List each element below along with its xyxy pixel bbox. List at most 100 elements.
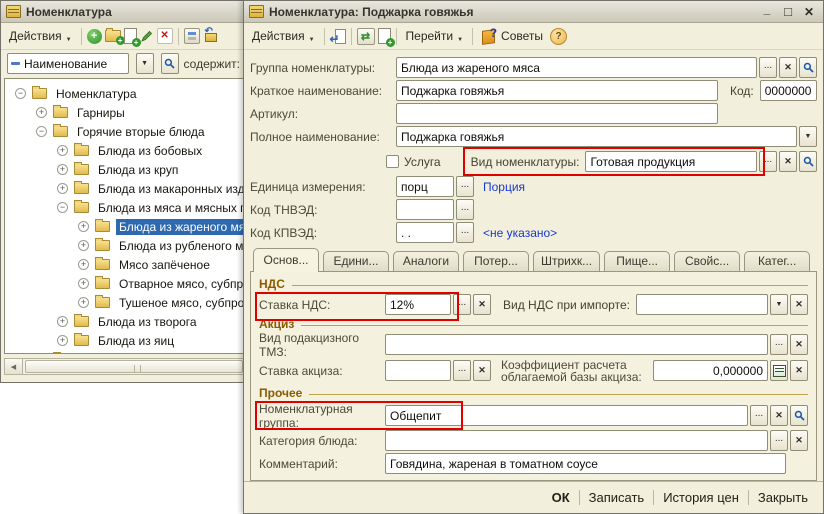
comment-input[interactable]	[385, 453, 786, 474]
excise-coef-input[interactable]	[653, 360, 768, 381]
copy-item-button[interactable]	[124, 28, 137, 44]
reread-button[interactable]	[357, 28, 375, 45]
full-name-dropdown-button[interactable]	[799, 126, 817, 147]
close-button[interactable]	[803, 5, 815, 19]
choose-button[interactable]	[453, 294, 471, 315]
tnved-input[interactable]	[396, 199, 454, 220]
unit-link[interactable]: Порция	[483, 180, 525, 194]
open-button[interactable]	[799, 151, 817, 172]
tips-button[interactable]: Советы	[478, 27, 547, 46]
tab-losses[interactable]: Потер...	[463, 251, 529, 271]
group-input[interactable]	[396, 57, 757, 78]
clear-button[interactable]	[790, 430, 808, 451]
move-to-group-button[interactable]	[203, 29, 217, 43]
tree-item[interactable]: Гарниры	[5, 103, 245, 122]
vat-import-input[interactable]	[636, 294, 768, 315]
tree-item[interactable]: Горячие вторые блюда	[5, 122, 245, 141]
choose-button[interactable]	[759, 151, 777, 172]
expand-icon[interactable]	[78, 278, 89, 289]
scrollbar-thumb[interactable]	[25, 360, 243, 373]
choose-button[interactable]	[770, 334, 788, 355]
choose-button[interactable]	[456, 176, 474, 197]
expand-icon[interactable]	[78, 221, 89, 232]
expand-icon[interactable]	[57, 164, 68, 175]
vat-rate-input[interactable]	[385, 294, 451, 315]
choose-button[interactable]	[456, 222, 474, 243]
code-input[interactable]	[760, 80, 817, 101]
search-button[interactable]	[161, 53, 179, 74]
right-window-titlebar[interactable]: Номенклатура: Поджарка говяжья	[244, 1, 823, 23]
expand-icon[interactable]	[36, 107, 47, 118]
expand-icon[interactable]	[57, 145, 68, 156]
tree-item[interactable]: Тушеное мясо, субпродук	[5, 293, 245, 312]
horizontal-scrollbar[interactable]	[4, 358, 246, 375]
search-field-combo[interactable]: Наименование	[7, 53, 129, 74]
nomenclature-tree[interactable]: Номенклатура Гарниры Горячие вторые блюд…	[4, 78, 246, 354]
excise-rate-input[interactable]	[385, 360, 451, 381]
expand-icon[interactable]	[78, 259, 89, 270]
choose-button[interactable]	[770, 430, 788, 451]
tree-item[interactable]: Блюда из круп	[5, 160, 245, 179]
choose-button[interactable]	[453, 360, 471, 381]
edit-item-button[interactable]	[140, 29, 154, 43]
expand-icon[interactable]	[78, 240, 89, 251]
copy-button[interactable]	[378, 28, 391, 44]
tree-item[interactable]: Отварное мясо, субпроду	[5, 274, 245, 293]
tree-item-selected[interactable]: Блюда из жареного мяса	[5, 217, 245, 236]
open-button[interactable]	[790, 405, 808, 426]
tab-barcodes[interactable]: Штрихк...	[533, 251, 600, 271]
tree-item[interactable]: Блюда из творога	[5, 312, 245, 331]
tab-units[interactable]: Едини...	[323, 251, 389, 271]
help-icon[interactable]	[550, 28, 567, 45]
write-button[interactable]: Записать	[580, 488, 654, 507]
collapse-icon[interactable]	[36, 126, 47, 137]
tab-main[interactable]: Основ...	[253, 248, 319, 272]
vat-import-dropdown-button[interactable]	[770, 294, 788, 315]
clear-button[interactable]	[770, 405, 788, 426]
tree-item[interactable]: Блюда из бобовых	[5, 141, 245, 160]
add-group-button[interactable]	[105, 30, 121, 42]
hierarchy-view-button[interactable]	[184, 28, 200, 44]
clear-button[interactable]	[790, 334, 808, 355]
goto-menu-button[interactable]: Перейти	[402, 27, 468, 45]
clear-button[interactable]	[790, 360, 808, 381]
choose-button[interactable]	[750, 405, 768, 426]
choose-button[interactable]	[759, 57, 777, 78]
open-button[interactable]	[799, 57, 817, 78]
kpved-input[interactable]	[396, 222, 454, 243]
collapse-icon[interactable]	[57, 202, 68, 213]
service-checkbox[interactable]	[386, 155, 399, 168]
excise-type-input[interactable]	[385, 334, 768, 355]
tree-item-partial[interactable]	[5, 350, 245, 354]
ok-button[interactable]: ОК	[543, 488, 579, 507]
expand-icon[interactable]	[57, 335, 68, 346]
choose-button[interactable]	[456, 199, 474, 220]
tab-properties[interactable]: Свойс...	[674, 251, 740, 271]
expand-icon[interactable]	[57, 183, 68, 194]
article-input[interactable]	[396, 103, 718, 124]
kpved-link[interactable]: <не указано>	[483, 226, 557, 240]
nomen-group-input[interactable]	[385, 405, 748, 426]
clear-button[interactable]	[473, 360, 491, 381]
tab-categories[interactable]: Катег...	[744, 251, 810, 271]
close-form-button[interactable]: Закрыть	[749, 488, 817, 507]
price-history-button[interactable]: История цен	[654, 488, 748, 507]
expand-icon[interactable]	[78, 297, 89, 308]
dish-category-input[interactable]	[385, 430, 768, 451]
tree-item[interactable]: Мясо запёченое	[5, 255, 245, 274]
nomenclature-type-input[interactable]	[585, 151, 757, 172]
actions-menu-button[interactable]: Действия	[5, 27, 76, 45]
clear-button[interactable]	[473, 294, 491, 315]
scroll-left-button[interactable]	[5, 359, 23, 374]
calculator-button[interactable]	[770, 360, 788, 381]
expand-icon[interactable]	[57, 316, 68, 327]
tab-analogs[interactable]: Аналоги	[393, 251, 459, 271]
tab-nutrition[interactable]: Пище...	[604, 251, 670, 271]
clear-button[interactable]	[779, 57, 797, 78]
search-field-dropdown-button[interactable]	[136, 53, 154, 74]
clear-button[interactable]	[790, 294, 808, 315]
tree-item[interactable]: Номенклатура	[5, 84, 245, 103]
tree-item[interactable]: Блюда из яиц	[5, 331, 245, 350]
add-item-button[interactable]	[87, 29, 102, 44]
minimize-button[interactable]	[761, 5, 773, 19]
